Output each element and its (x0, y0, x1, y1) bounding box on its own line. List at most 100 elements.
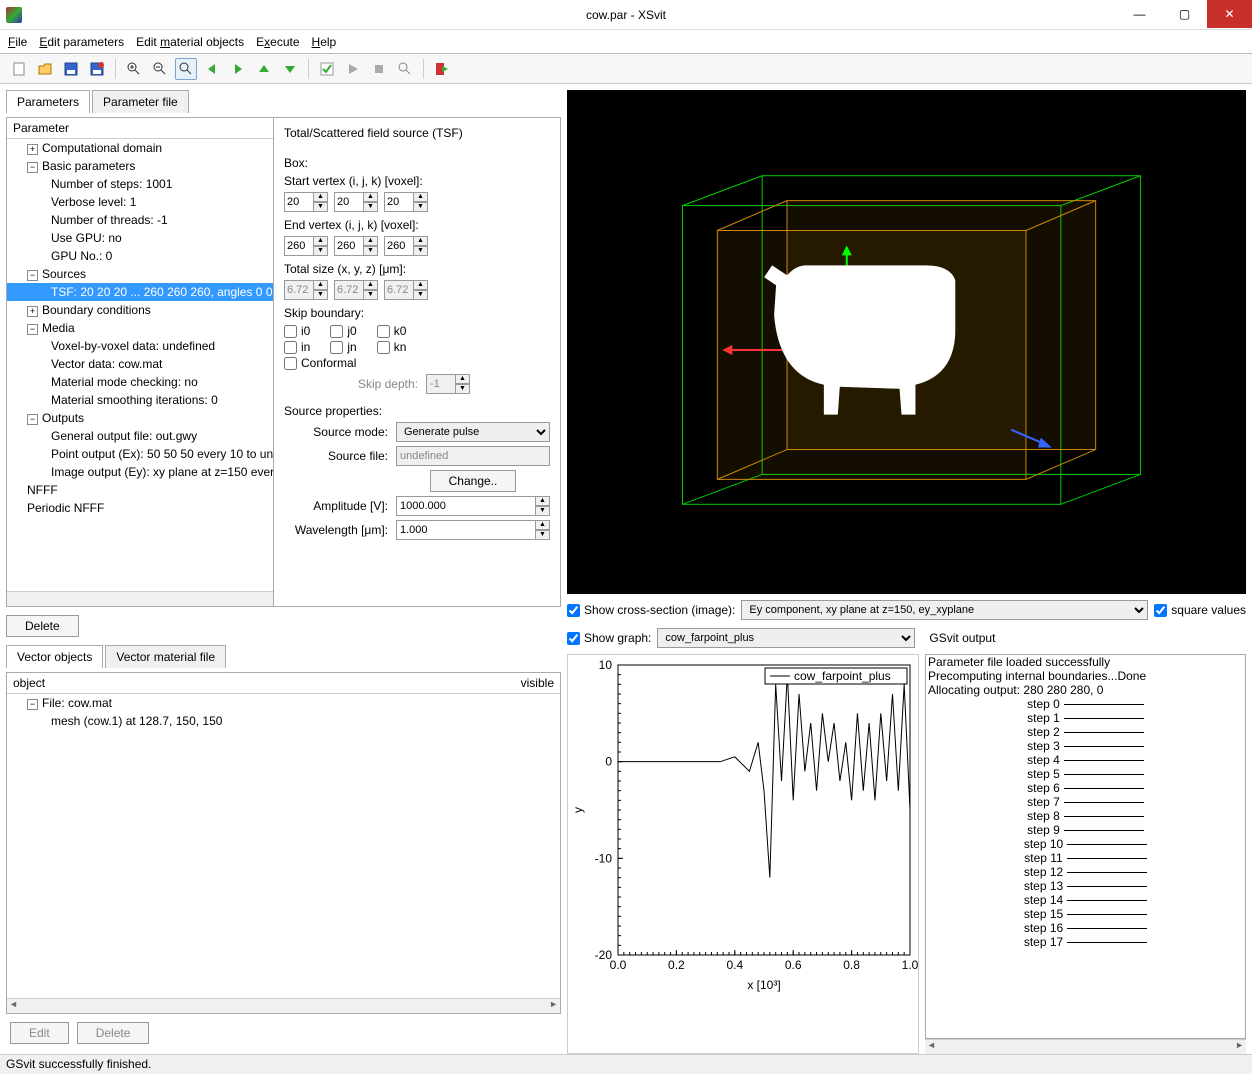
tree-row[interactable]: +Boundary conditions (7, 301, 273, 319)
menu-edit-parameters[interactable]: Edit parameters (39, 35, 124, 49)
amplitude-label: Amplitude [V]: (284, 499, 388, 513)
arrow-down-icon[interactable] (279, 58, 301, 80)
box-label: Box: (284, 156, 550, 170)
chk-conformal[interactable]: Conformal (284, 356, 550, 370)
tab-parameters[interactable]: Parameters (6, 90, 90, 113)
vec-edit-button[interactable]: Edit (10, 1022, 69, 1044)
amplitude-field[interactable] (396, 496, 536, 516)
svg-text:10: 10 (599, 658, 613, 672)
svg-text:0.8: 0.8 (843, 958, 860, 972)
check-icon[interactable] (316, 58, 338, 80)
prop-title: Total/Scattered field source (TSF) (284, 126, 550, 140)
total-y (334, 280, 364, 300)
wavelength-field[interactable] (396, 520, 536, 540)
chk-square-values[interactable]: square values (1154, 603, 1246, 617)
tree-row[interactable]: General output file: out.gwy (7, 427, 273, 445)
chk-kn[interactable]: kn (377, 340, 407, 354)
tree-row[interactable]: Point output (Ex): 50 50 50 every 10 to … (7, 445, 273, 463)
open-icon[interactable] (34, 58, 56, 80)
end-j[interactable] (334, 236, 364, 256)
end-k[interactable] (384, 236, 414, 256)
tree-row[interactable]: −Outputs (7, 409, 273, 427)
chk-cross-section[interactable]: Show cross-section (image): (567, 603, 735, 617)
change-button[interactable]: Change.. (430, 470, 517, 492)
3d-viewport[interactable] (567, 90, 1246, 594)
chk-k0[interactable]: k0 (377, 324, 407, 338)
arrow-left-icon[interactable] (201, 58, 223, 80)
stop-icon[interactable] (368, 58, 390, 80)
chk-in[interactable]: in (284, 340, 310, 354)
tree-row[interactable]: Verbose level: 1 (7, 193, 273, 211)
svg-text:0.6: 0.6 (785, 958, 802, 972)
tree-row[interactable]: NFFF (7, 481, 273, 499)
search-icon[interactable] (394, 58, 416, 80)
arrow-up-icon[interactable] (253, 58, 275, 80)
menu-help[interactable]: Help (312, 35, 337, 49)
tab-vector-objects[interactable]: Vector objects (6, 645, 103, 668)
tree-row[interactable]: Number of threads: -1 (7, 211, 273, 229)
parameter-tree[interactable]: +Computational domain−Basic parametersNu… (7, 139, 273, 591)
zoom-out-icon[interactable] (149, 58, 171, 80)
chk-i0[interactable]: i0 (284, 324, 310, 338)
arrow-right-icon[interactable] (227, 58, 249, 80)
tree-row[interactable]: +Computational domain (7, 139, 273, 157)
svg-text:0: 0 (605, 755, 612, 769)
exit-icon[interactable] (431, 58, 453, 80)
maximize-button[interactable]: ▢ (1162, 0, 1207, 28)
vec-mesh-row[interactable]: mesh (cow.1) at 128.7, 150, 150 (7, 712, 560, 730)
tree-row[interactable]: −Sources (7, 265, 273, 283)
tree-row[interactable]: Image output (Ey): xy plane at z=150 eve… (7, 463, 273, 481)
graph-select[interactable]: cow_farpoint_plus (657, 628, 915, 648)
chk-j0[interactable]: j0 (330, 324, 356, 338)
tree-hscrollbar[interactable] (7, 591, 273, 606)
tree-row[interactable]: GPU No.: 0 (7, 247, 273, 265)
skip-depth-label: Skip depth: (314, 377, 418, 391)
zoom-fit-icon[interactable] (175, 58, 197, 80)
svg-text:1.0: 1.0 (902, 958, 919, 972)
start-i[interactable] (284, 192, 314, 212)
new-icon[interactable] (8, 58, 30, 80)
tab-parameter-file[interactable]: Parameter file (92, 90, 189, 113)
tree-row[interactable]: Periodic NFFF (7, 499, 273, 517)
tree-row[interactable]: Use GPU: no (7, 229, 273, 247)
col-object: object (13, 676, 521, 690)
zoom-in-icon[interactable] (123, 58, 145, 80)
end-label: End vertex (i, j, k) [voxel]: (284, 218, 550, 232)
menu-execute[interactable]: Execute (256, 35, 299, 49)
cross-section-select[interactable]: Ey component, xy plane at z=150, ey_xypl… (741, 600, 1148, 620)
chk-show-graph[interactable]: Show graph: (567, 631, 651, 645)
vec-delete-button[interactable]: Delete (77, 1022, 150, 1044)
source-file-field (396, 446, 550, 466)
close-button[interactable]: ✕ (1207, 0, 1252, 28)
chk-jn[interactable]: jn (330, 340, 356, 354)
play-icon[interactable] (342, 58, 364, 80)
gsvit-output-log[interactable]: Parameter file loaded successfullyPrecom… (925, 654, 1246, 1039)
tab-vector-file[interactable]: Vector material file (105, 645, 226, 668)
tree-row[interactable]: Vector data: cow.mat (7, 355, 273, 373)
vec-file-row[interactable]: −File: cow.mat (7, 694, 560, 712)
gsvit-hscrollbar[interactable] (925, 1039, 1246, 1054)
skip-label: Skip boundary: (284, 306, 550, 320)
tree-row[interactable]: −Media (7, 319, 273, 337)
tree-row[interactable]: −Basic parameters (7, 157, 273, 175)
tree-row[interactable]: Voxel-by-voxel data: undefined (7, 337, 273, 355)
vector-hscrollbar[interactable] (7, 998, 560, 1013)
tree-row[interactable]: Material mode checking: no (7, 373, 273, 391)
tree-row[interactable]: Material smoothing iterations: 0 (7, 391, 273, 409)
gsvit-output-title: GSvit output (929, 631, 995, 645)
tree-row[interactable]: TSF: 20 20 20 ... 260 260 260, angles 0 … (7, 283, 273, 301)
tree-row[interactable]: Number of steps: 1001 (7, 175, 273, 193)
minimize-button[interactable]: — (1117, 0, 1162, 28)
end-i[interactable] (284, 236, 314, 256)
source-mode-select[interactable]: Generate pulse (396, 422, 550, 442)
svg-text:0.4: 0.4 (726, 958, 743, 972)
svg-text:0.2: 0.2 (668, 958, 685, 972)
save-icon[interactable] (60, 58, 82, 80)
titlebar: cow.par - XSvit — ▢ ✕ (0, 0, 1252, 30)
menu-file[interactable]: File (8, 35, 27, 49)
start-j[interactable] (334, 192, 364, 212)
save-as-icon[interactable] (86, 58, 108, 80)
menu-edit-material[interactable]: Edit material objects (136, 35, 244, 49)
delete-button[interactable]: Delete (6, 615, 79, 637)
start-k[interactable] (384, 192, 414, 212)
